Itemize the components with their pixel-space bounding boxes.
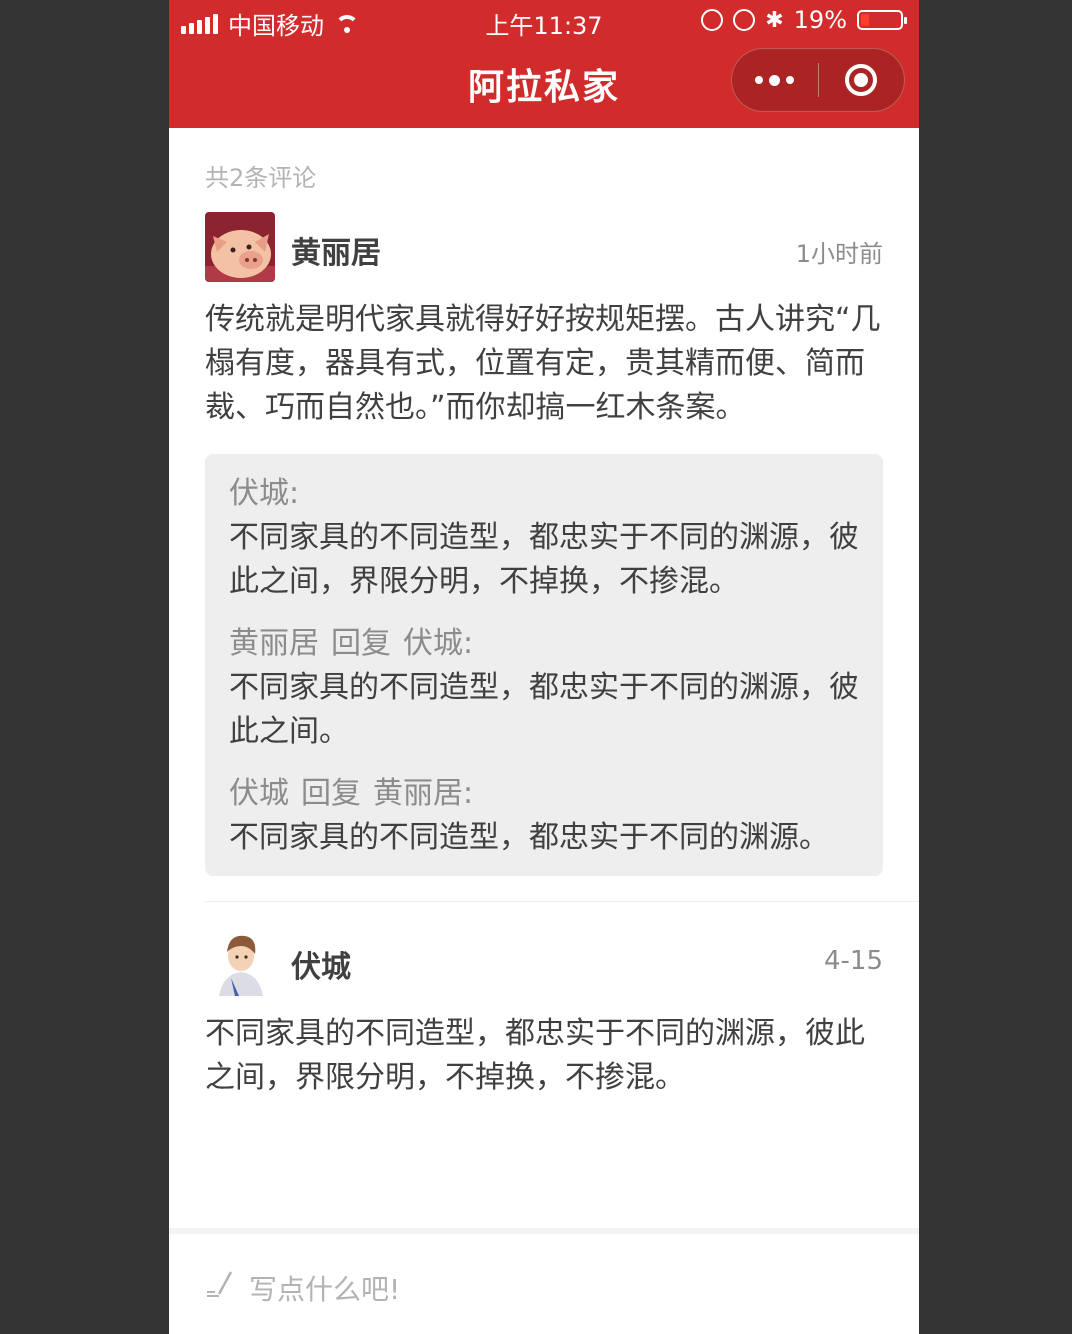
reply-author: 黄丽居 回复 伏城: <box>229 622 859 666</box>
avatar[interactable] <box>205 212 275 282</box>
reply-text: 不同家具的不同造型，都忠实于不同的渊源。 <box>229 820 829 855</box>
comment-time: 1小时前 <box>795 240 883 268</box>
reply-author: 伏城: <box>229 472 859 516</box>
reply-word: 回复 <box>331 626 391 661</box>
comment-text: 传统就是明代家具就得好好按规矩摆。古人讲究“几榻有度，器具有式，位置有定，贵其精… <box>205 302 881 425</box>
status-bar: 中国移动 上午11:37 ✱ 19% <box>169 0 919 40</box>
avatar[interactable] <box>205 926 275 996</box>
comment-count: 共2条评论 <box>205 164 317 192</box>
alarm-icon <box>733 9 756 31</box>
comment-item: 黄丽居 1小时前 传统就是明代家具就得好好按规矩摆。古人讲究“几榻有度，器具有式… <box>205 212 883 882</box>
comment-item: 伏城 4-15 不同家具的不同造型，都忠实于不同的渊源，彼此之间，界限分明，不掉… <box>205 926 883 1106</box>
reply-to: 黄丽居: <box>373 776 474 811</box>
comment-divider <box>205 901 919 902</box>
battery-icon <box>857 10 907 30</box>
reply-item[interactable]: 伏城 回复 黄丽居: 不同家具的不同造型，都忠实于不同的渊源。 <box>229 772 859 860</box>
comment-user: 黄丽居 <box>291 236 381 271</box>
close-button[interactable] <box>819 48 905 112</box>
phone-screen: 中国移动 上午11:37 ✱ 19% 阿拉私家 共2条评论 黄丽居 1小时前 传… <box>169 0 919 1334</box>
bluetooth-icon: ✱ <box>765 7 784 33</box>
close-icon <box>845 64 878 96</box>
more-icon <box>769 74 781 86</box>
top-bar: 中国移动 上午11:37 ✱ 19% 阿拉私家 <box>169 0 919 128</box>
reply-from: 伏城: <box>229 476 300 511</box>
reply-from: 黄丽居 <box>229 626 319 661</box>
reply-item[interactable]: 黄丽居 回复 伏城: 不同家具的不同造型，都忠实于不同的渊源，彼此之间。 <box>229 622 859 754</box>
comment-time: 4-15 <box>823 946 883 976</box>
more-button[interactable] <box>732 48 818 112</box>
reply-from: 伏城 <box>229 776 289 811</box>
battery-percent: 19% <box>793 6 847 34</box>
reply-word: 回复 <box>301 776 361 811</box>
reply-box[interactable]: 伏城: 不同家具的不同造型，都忠实于不同的渊源，彼此之间，界限分明，不掉换，不掺… <box>205 454 883 876</box>
reply-author: 伏城 回复 黄丽居: <box>229 772 859 816</box>
reply-text: 不同家具的不同造型，都忠实于不同的渊源，彼此之间，界限分明，不掉换，不掺混。 <box>229 520 859 599</box>
comment-user: 伏城 <box>291 950 351 985</box>
comment-input-bar[interactable]: 写点什么吧! <box>169 1228 919 1334</box>
comment-input[interactable]: 写点什么吧! <box>249 1268 400 1308</box>
miniapp-capsule <box>731 48 905 112</box>
comment-text: 不同家具的不同造型，都忠实于不同的渊源，彼此之间，界限分明，不掉换，不掺混。 <box>205 1016 865 1095</box>
reply-text: 不同家具的不同造型，都忠实于不同的渊源，彼此之间。 <box>229 670 859 749</box>
reply-to: 伏城: <box>403 626 474 661</box>
rotation-lock-icon <box>701 9 724 31</box>
reply-item[interactable]: 伏城: 不同家具的不同造型，都忠实于不同的渊源，彼此之间，界限分明，不掉换，不掺… <box>229 472 859 604</box>
pen-icon <box>207 1271 233 1297</box>
